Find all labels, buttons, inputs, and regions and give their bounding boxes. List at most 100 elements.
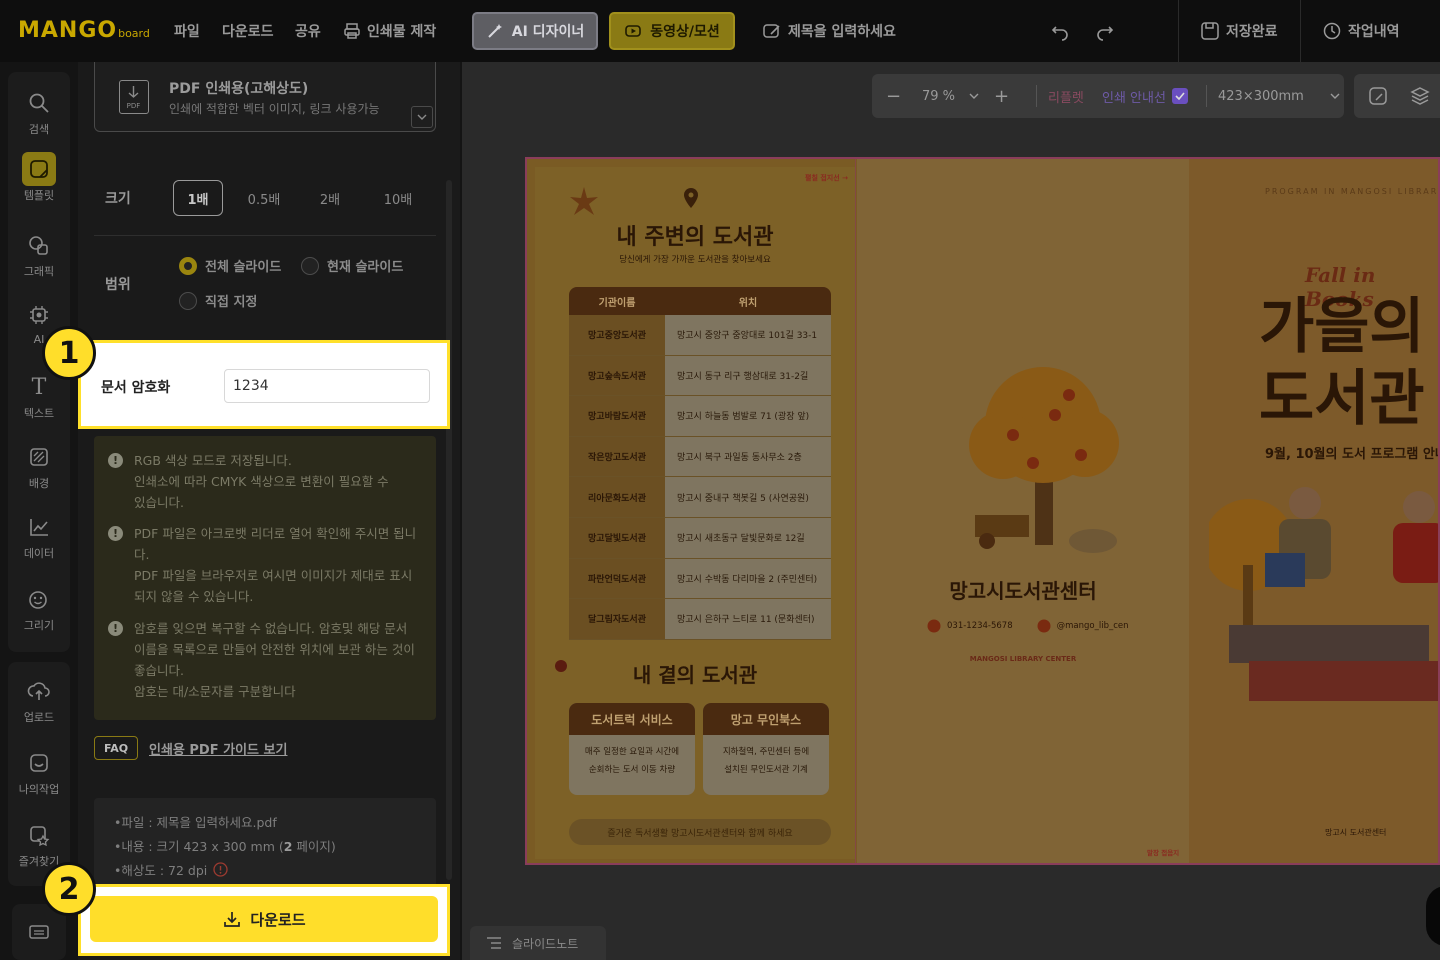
svg-text:PDF: PDF (127, 102, 141, 110)
fold-tag: 펼칠 접지선 → (805, 174, 848, 182)
table-header: 기관이름 위치 (569, 287, 831, 315)
radio-dot (179, 291, 197, 310)
library-address-cell: 망고시 수박동 다리마을 2 (주민센터) (665, 558, 831, 599)
mywork-icon (30, 754, 48, 772)
format-selector[interactable]: PDF PDF 인쇄용(고해상도) 인쇄에 적합한 벡터 이미지, 링크 사용가… (94, 62, 436, 132)
download-icon (224, 912, 241, 927)
rail-label: 텍스트 (23, 407, 55, 420)
rail-item-search[interactable]: 검색 (8, 88, 70, 137)
range-all-radio[interactable]: 전체 슬라이드 (179, 256, 281, 275)
near-library-title: 내 주변의 도서관 (616, 225, 774, 250)
library-table: 기관이름 위치 망고중앙도서관 망고시 중앙구 중앙대로 101길 33-1 망고숲… (569, 287, 831, 640)
history-button[interactable]: 작업내역 (1322, 0, 1400, 62)
rail-item-graphic[interactable]: 그래픽 (8, 230, 70, 279)
resize-icon[interactable] (1368, 86, 1388, 106)
big-title-line2: 도서관 (1259, 364, 1425, 434)
rail-item-text[interactable]: T 텍스트 (8, 372, 70, 421)
scale-option-1x[interactable]: 1배 (173, 180, 223, 216)
layers-icon[interactable] (1410, 86, 1430, 106)
toolbar-divider (1206, 85, 1207, 107)
rail-item-mywork[interactable]: 나의작업 (8, 748, 70, 797)
table-row: 리아문화도서관 망고시 중내구 책봇길 5 (사연공원) (569, 477, 831, 518)
panel-scrollbar[interactable] (446, 180, 452, 880)
range-current-radio[interactable]: 현재 슬라이드 (301, 256, 403, 275)
logo-main: MANGO (18, 18, 118, 43)
format-dropdown-toggle[interactable] (411, 106, 433, 128)
top-bar: MANGO board 파일 다운로드 공유 인쇄물 제작 AI 디자이너 동영… (0, 0, 1440, 62)
scale-option-2x[interactable]: 2배 (305, 180, 355, 216)
zoom-out-button[interactable]: − (886, 74, 901, 118)
page-size-select[interactable]: 423×300mm (1218, 74, 1340, 118)
password-input[interactable] (224, 369, 430, 403)
menu-file[interactable]: 파일 (174, 0, 200, 62)
library-name-cell: 파란언덕도서관 (569, 558, 665, 599)
rail-label: 데이터 (23, 547, 55, 560)
pdf-file-icon: PDF (119, 80, 149, 114)
ai-chip-icon (30, 306, 48, 324)
info-icon: ! (108, 453, 123, 468)
menu-share[interactable]: 공유 (295, 0, 321, 62)
rail-item-draw[interactable]: 그리기 (8, 584, 70, 633)
rail-label: 그리기 (23, 619, 55, 632)
undo-button[interactable] (1050, 0, 1076, 62)
rail-label: 그래픽 (23, 265, 55, 278)
leaflet-panel-right: PROGRAM IN MANGOSI LIBRARY Fall in Books… (1189, 159, 1438, 863)
scale-option-10x[interactable]: 10배 (371, 180, 425, 216)
leaflet-document[interactable]: 펼칠 접지선 → 내 주변의 도서관 당신에게 가장 가까운 도서관을 찾아보세… (525, 157, 1440, 865)
redo-button[interactable] (1095, 0, 1121, 62)
chevron-down-icon (417, 114, 427, 120)
center-name: 망고시도서관센터 (949, 579, 1097, 603)
menu-download[interactable]: 다운로드 (222, 0, 274, 62)
background-icon (30, 448, 48, 466)
password-section: 문서 암호화 (78, 340, 450, 429)
rail-label: 나의작업 (18, 783, 60, 796)
service-card-booktruck: 도서트럭 서비스 매주 일정한 요일과 시간에 순회하는 도서 이동 차량 (569, 703, 695, 795)
library-name-cell: 망고달빛도서관 (569, 517, 665, 558)
center-english-name: MANGOSI LIBRARY CENTER (969, 655, 1077, 663)
save-status-button[interactable]: 저장완료 (1200, 0, 1278, 62)
file-name-line: •파일 : 제목을 입력하세요.pdf (114, 815, 277, 830)
warning-icon[interactable] (213, 862, 228, 877)
range-custom-radio[interactable]: 직접 지정 (179, 291, 257, 310)
magic-wand-icon (488, 24, 502, 38)
table-row: 파란언덕도서관 망고시 수박동 다리마을 2 (주민센터) (569, 558, 831, 600)
save-icon (1201, 22, 1219, 40)
rail-item-favorites[interactable]: 즐겨찾기 (8, 820, 70, 869)
download-button[interactable]: 다운로드 (90, 896, 438, 942)
rail-item-upload[interactable]: 업로드 (8, 676, 70, 725)
notice-item: ! 암호를 잊으면 복구할 수 없습니다. 암호및 해당 문서 이름을 목록으로… (108, 618, 422, 702)
location-pin-icon (684, 188, 698, 208)
rail-item-template[interactable]: 템플릿 (8, 152, 70, 203)
logo-sub: board (118, 27, 150, 40)
ai-designer-button[interactable]: AI 디자이너 (472, 12, 598, 50)
slide-note-tab[interactable]: 슬라이드노트 (470, 926, 606, 960)
notice-item: ! RGB 색상 모드로 저장됩니다. 인쇄소에 따라 CMYK 색상으로 변환… (108, 450, 422, 513)
divider (94, 235, 436, 236)
chart-icon (30, 519, 48, 536)
video-icon (625, 25, 642, 37)
zoom-value[interactable]: 79 % (922, 74, 979, 118)
printer-icon (344, 23, 360, 39)
title-input[interactable]: 제목을 입력하세요 (762, 0, 896, 62)
library-address-cell: 망고시 하늘동 범발로 71 (광장 앞) (665, 396, 831, 436)
upload-cloud-icon (27, 682, 50, 700)
rail-item-data[interactable]: 데이터 (8, 512, 70, 561)
range-current-label: 현재 슬라이드 (327, 260, 404, 275)
mangoboard-logo[interactable]: MANGO board (18, 18, 150, 46)
search-icon (29, 93, 49, 113)
draw-icon (29, 591, 47, 609)
content-line: •내용 : 크기 423 x 300 mm (2 페이지) (114, 839, 336, 854)
library-name-cell: 달그림자도서관 (569, 599, 665, 639)
history-icon (1323, 22, 1341, 40)
print-guide-toggle[interactable]: 인쇄 안내선 (1102, 74, 1188, 118)
faq-row: FAQ 인쇄용 PDF 가이드 보기 (94, 736, 287, 760)
scale-option-0.5x[interactable]: 0.5배 (239, 180, 289, 216)
print-pdf-guide-link[interactable]: 인쇄용 PDF 가이드 보기 (149, 739, 287, 758)
leaflet-tag[interactable]: 리플렛 (1048, 74, 1084, 118)
fold-bottom-tag: 말장 접음지 (1147, 849, 1180, 857)
video-motion-button[interactable]: 동영상/모션 (609, 12, 735, 50)
rail-item-background[interactable]: 배경 (8, 442, 70, 491)
menu-print[interactable]: 인쇄물 제작 (343, 0, 436, 62)
table-row: 달그림자도서관 망고시 은하구 느티로 11 (문화센터) (569, 599, 831, 640)
zoom-in-button[interactable]: + (994, 74, 1009, 118)
